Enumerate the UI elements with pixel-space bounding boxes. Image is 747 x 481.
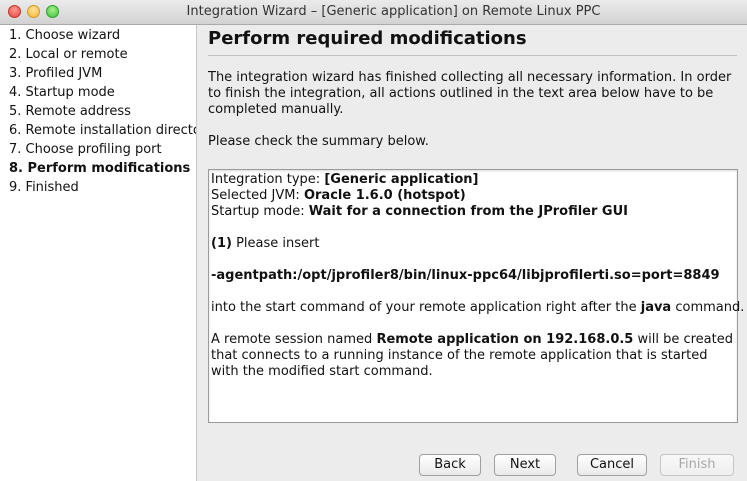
back-button[interactable]: Back	[419, 454, 481, 476]
check-summary-text: Please check the summary below.	[208, 134, 429, 149]
finish-button[interactable]: Finish	[660, 454, 734, 476]
intro-text: The integration wizard has finished coll…	[208, 70, 732, 117]
page-title: Perform required modifications	[208, 28, 527, 49]
summary-text-area[interactable]: Integration type: [Generic application] …	[208, 169, 744, 423]
summary-remote-session: A remote session named Remote applicatio…	[211, 332, 733, 379]
step-profiled-jvm: 3. Profiled JVM	[9, 66, 103, 81]
step-startup-mode: 4. Startup mode	[9, 85, 115, 100]
summary-integration-type: Integration type: [Generic application]	[211, 172, 479, 187]
summary-startup-mode: Startup mode: Wait for a connection from…	[211, 204, 628, 219]
next-button[interactable]: Next	[494, 454, 556, 476]
step-perform-modifications: 8. Perform modifications	[9, 161, 191, 176]
step-remote-installation-directory: 6. Remote installation director	[9, 123, 197, 138]
summary-selected-jvm: Selected JVM: Oracle 1.6.0 (hotspot)	[211, 188, 466, 203]
wizard-content: Perform required modifications The integ…	[198, 25, 747, 481]
step-choose-wizard: 1. Choose wizard	[9, 28, 121, 43]
cancel-button[interactable]: Cancel	[577, 454, 647, 476]
window-title: Integration Wizard – [Generic applicatio…	[186, 4, 601, 19]
title-bar: Integration Wizard – [Generic applicatio…	[0, 0, 747, 25]
heading-divider	[208, 55, 737, 56]
step-local-or-remote: 2. Local or remote	[9, 47, 128, 62]
summary-step-1: (1) Please insert	[211, 236, 320, 251]
step-choose-profiling-port: 7. Choose profiling port	[9, 142, 162, 157]
agent-path-text: -agentpath:/opt/jprofiler8/bin/linux-ppc…	[211, 268, 720, 283]
summary-insert-instruction: into the start command of your remote ap…	[211, 300, 745, 315]
integration-wizard-window: Integration Wizard – [Generic applicatio…	[0, 0, 747, 481]
step-finished: 9. Finished	[9, 180, 79, 195]
wizard-steps-sidebar: 1. Choose wizard 2. Local or remote 3. P…	[0, 25, 197, 481]
step-remote-address: 5. Remote address	[9, 104, 131, 119]
